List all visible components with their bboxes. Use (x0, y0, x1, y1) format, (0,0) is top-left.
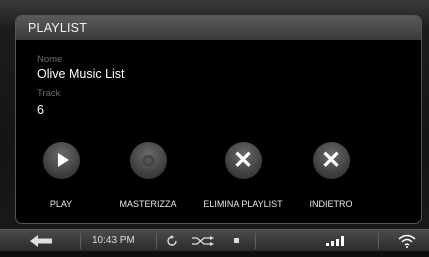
back-label: INDIETRO (309, 199, 353, 209)
name-label: Nome (37, 54, 63, 65)
close-icon: ✕ (232, 147, 254, 174)
track-label: Track (37, 88, 61, 99)
repeat-icon (167, 235, 177, 246)
track-count: 6 (37, 103, 44, 117)
shuffle-icon (192, 236, 214, 246)
playlist-name: Olive Music List (37, 67, 125, 81)
signal-indicator (326, 230, 350, 252)
delete-playlist-label: ELIMINA PLAYLIST (203, 199, 283, 209)
close-icon: ✕ (320, 147, 342, 174)
back-button[interactable]: ✕ INDIETRO (286, 142, 376, 209)
status-bar: 10:43 PM (0, 229, 429, 251)
back-arrow-button[interactable] (30, 230, 60, 252)
wifi-indicator (398, 230, 418, 252)
clock: 10:43 PM (92, 235, 135, 246)
back-arrow-icon (30, 235, 52, 247)
panel-title: PLAYLIST (16, 16, 421, 40)
disc-icon (142, 155, 154, 166)
delete-playlist-button[interactable]: ✕ ELIMINA PLAYLIST (198, 142, 288, 209)
masterizza-button[interactable]: MASTERIZZA (103, 142, 193, 209)
action-bar: PLAY MASTERIZZA ✕ ELIMINA PLAYLIST ✕ IND… (16, 142, 421, 222)
play-icon (57, 153, 69, 167)
stop-button[interactable] (234, 230, 244, 252)
stop-icon (234, 238, 239, 243)
masterizza-label: MASTERIZZA (119, 199, 177, 209)
repeat-button[interactable] (166, 230, 182, 252)
play-button[interactable]: PLAY (16, 142, 106, 209)
play-label: PLAY (49, 199, 73, 209)
signal-bars-icon (326, 236, 344, 246)
wifi-icon (398, 234, 416, 248)
shuffle-button[interactable] (192, 230, 218, 252)
playlist-panel: PLAYLIST Nome Olive Music List Track 6 P… (15, 15, 422, 224)
